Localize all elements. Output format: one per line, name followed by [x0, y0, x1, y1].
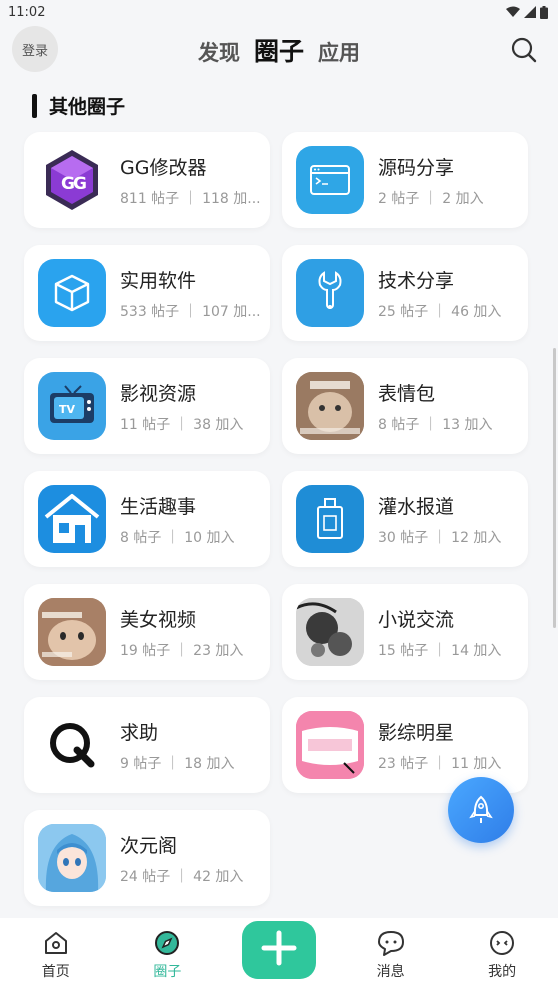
circle-meta: 24 帖子 ｜ 42 加入: [120, 868, 244, 885]
circle-meta: 811 帖子 ｜ 118 加...: [120, 190, 261, 207]
circle-name: 灌水报道: [378, 495, 455, 518]
circle-card[interactable]: 灌水报道 30 帖子 ｜ 12 加入: [282, 471, 528, 567]
tab-apps[interactable]: 应用: [318, 37, 360, 67]
home-icon: [44, 932, 67, 954]
profile-face-icon: [490, 931, 515, 955]
status-icons: [506, 5, 548, 19]
circle-name: 求助: [120, 721, 159, 744]
status-time: 11:02: [8, 4, 46, 20]
circle-meta: 533 帖子 ｜ 107 加...: [120, 303, 261, 320]
search-icon[interactable]: [510, 36, 538, 64]
circle-card[interactable]: 小说交流 15 帖子 ｜ 14 加入: [282, 584, 528, 680]
ink-flower-icon: [296, 598, 364, 666]
circle-meta: 25 帖子 ｜ 46 加入: [378, 303, 502, 320]
circle-name: 表情包: [378, 382, 436, 405]
svg-text:TV: TV: [59, 403, 76, 416]
nav-circles[interactable]: 圈子: [112, 929, 224, 981]
wrench-icon: [296, 259, 364, 327]
svg-text:G: G: [73, 174, 87, 194]
section-title: 其他圈子: [49, 96, 126, 118]
nav-home-label: 首页: [41, 964, 70, 980]
circle-meta: 9 帖子 ｜ 18 加入: [120, 755, 235, 772]
nav-messages-label: 消息: [376, 964, 405, 980]
scrollbar[interactable]: [553, 348, 556, 628]
code-window-icon: [296, 146, 364, 214]
circle-card[interactable]: TV 影视资源 11 帖子 ｜ 38 加入: [24, 358, 270, 454]
circle-name: 技术分享: [378, 269, 455, 292]
tab-discover[interactable]: 发现: [198, 37, 240, 67]
circle-card[interactable]: 源码分享 2 帖子 ｜ 2 加入: [282, 132, 528, 228]
circle-name: 生活趣事: [120, 495, 197, 518]
circle-meta: 19 帖子 ｜ 23 加入: [120, 642, 244, 659]
section-accent-bar: [32, 93, 37, 118]
chat-icon: [377, 931, 404, 956]
anime-girl-icon: [38, 824, 106, 892]
top-bar: 登录 发现 圈子 应用: [0, 24, 558, 80]
circle-card[interactable]: 次元阁 24 帖子 ｜ 42 加入: [24, 810, 270, 906]
plus-icon: [261, 930, 297, 966]
status-bar: 11:02: [0, 0, 558, 24]
house-icon: [38, 485, 106, 553]
cat-photo-icon: [38, 598, 106, 666]
tab-circles[interactable]: 圈子: [254, 32, 304, 68]
circle-meta: 23 帖子 ｜ 11 加入: [378, 755, 502, 772]
q-logo-icon: [38, 711, 106, 779]
circle-meta: 11 帖子 ｜ 38 加入: [120, 416, 244, 433]
section-header: 其他圈子: [32, 92, 125, 119]
circle-name: GG修改器: [120, 156, 207, 179]
rocket-fab-button[interactable]: [448, 777, 514, 843]
bottle-icon: [296, 485, 364, 553]
circle-card[interactable]: 表情包 8 帖子 ｜ 13 加入: [282, 358, 528, 454]
nav-mine-label: 我的: [488, 964, 517, 980]
nav-circles-label: 圈子: [153, 964, 182, 980]
cube-icon: [38, 259, 106, 327]
circle-meta: 8 帖子 ｜ 13 加入: [378, 416, 493, 433]
circle-name: 次元阁: [120, 834, 178, 857]
circle-grid: G G GG修改器 811 帖子 ｜ 118 加... 源码分享 2 帖子 ｜ …: [24, 132, 528, 906]
nav-messages[interactable]: 消息: [335, 929, 447, 981]
signal-icon: [524, 6, 536, 18]
circle-name: 实用软件: [120, 269, 197, 292]
compass-icon: [155, 931, 180, 955]
circle-name: 小说交流: [378, 608, 455, 631]
top-tabs: 发现 圈子 应用: [0, 32, 558, 68]
circle-meta: 2 帖子 ｜ 2 加入: [378, 190, 484, 207]
wifi-icon: [506, 6, 520, 17]
circle-meta: 8 帖子 ｜ 10 加入: [120, 529, 235, 546]
battery-icon: [540, 5, 548, 19]
publish-button[interactable]: [241, 921, 316, 979]
circle-name: 源码分享: [378, 156, 455, 179]
tv-icon: TV: [38, 372, 106, 440]
nav-publish[interactable]: [223, 921, 335, 979]
circle-card[interactable]: 实用软件 533 帖子 ｜ 107 加...: [24, 245, 270, 341]
circle-card[interactable]: 求助 9 帖子 ｜ 18 加入: [24, 697, 270, 793]
circle-meta: 15 帖子 ｜ 14 加入: [378, 642, 502, 659]
nav-mine[interactable]: 我的: [446, 929, 558, 981]
cat-meme-icon: [296, 372, 364, 440]
circle-card[interactable]: 美女视频 19 帖子 ｜ 23 加入: [24, 584, 270, 680]
circle-name: 美女视频: [120, 608, 197, 631]
gg-logo-icon: G G: [38, 146, 106, 214]
circle-name: 影视资源: [120, 382, 197, 405]
circle-meta: 30 帖子 ｜ 12 加入: [378, 529, 502, 546]
circle-card[interactable]: 生活趣事 8 帖子 ｜ 10 加入: [24, 471, 270, 567]
circle-card[interactable]: 技术分享 25 帖子 ｜ 46 加入: [282, 245, 528, 341]
pink-card-icon: [296, 711, 364, 779]
circle-card[interactable]: G G GG修改器 811 帖子 ｜ 118 加...: [24, 132, 270, 228]
bottom-nav: 首页 圈子 消息 我的: [0, 918, 558, 992]
rocket-icon: [469, 795, 493, 823]
circle-name: 影综明星: [378, 721, 455, 744]
nav-home[interactable]: 首页: [0, 929, 112, 981]
